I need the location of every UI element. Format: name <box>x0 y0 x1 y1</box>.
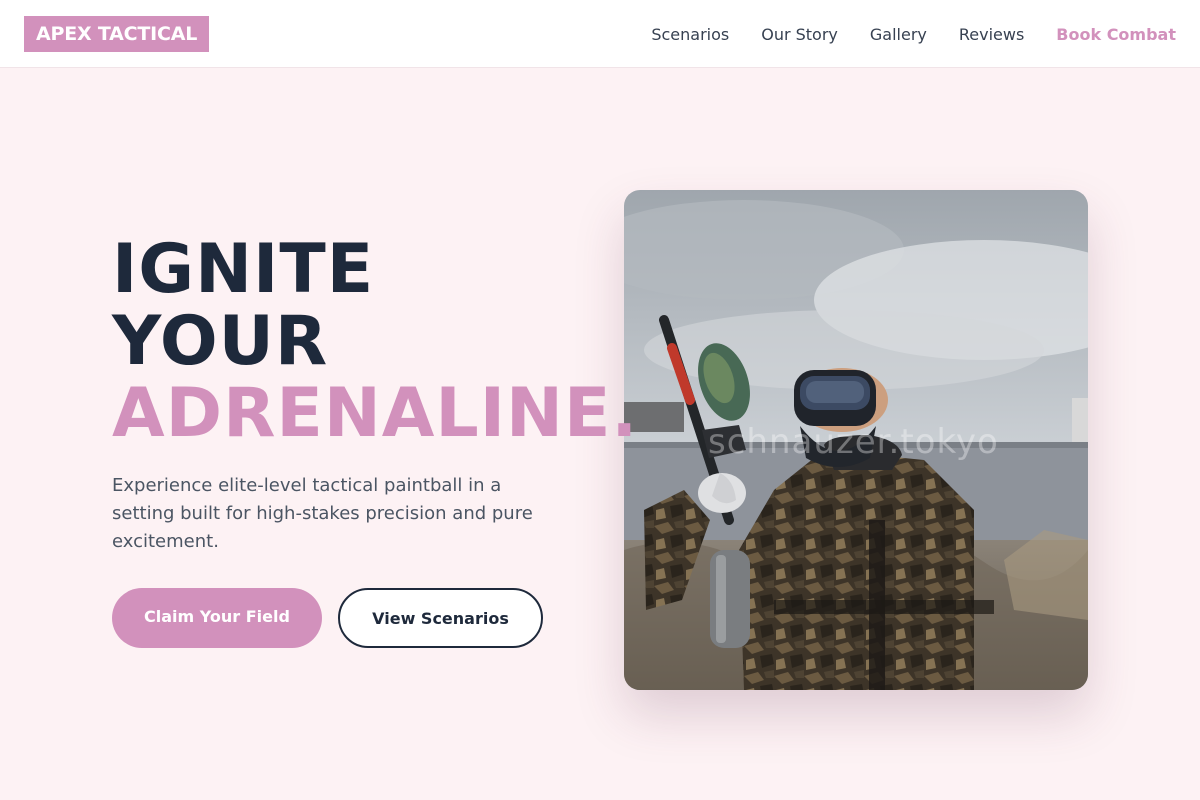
hero-title-accent: ADRENALINE. <box>112 374 639 453</box>
nav-link-scenarios[interactable]: Scenarios <box>651 25 729 44</box>
hero-title-line-1: IGNITE <box>112 230 375 309</box>
brand-logo[interactable]: APEX TACTICAL <box>24 16 210 52</box>
hero-title: IGNITE YOUR ADRENALINE. <box>112 234 638 450</box>
nav-link-reviews[interactable]: Reviews <box>959 25 1024 44</box>
top-navigation: APEX TACTICAL Scenarios Our Story Galler… <box>0 0 1200 68</box>
nav-links: Scenarios Our Story Gallery Reviews Book… <box>651 0 1176 68</box>
hero-subtitle: Experience elite-level tactical paintbal… <box>112 475 533 552</box>
hero-title-line-2: YOUR <box>112 302 329 381</box>
nav-link-our-story[interactable]: Our Story <box>761 25 838 44</box>
image-watermark: schnauzer.tokyo <box>708 422 999 462</box>
hero-image: schnauzer.tokyo <box>624 190 1088 690</box>
book-combat-link[interactable]: Book Combat <box>1056 25 1176 44</box>
view-scenarios-button[interactable]: View Scenarios <box>338 588 543 648</box>
claim-your-field-button[interactable]: Claim Your Field <box>112 588 322 648</box>
nav-link-gallery[interactable]: Gallery <box>870 25 927 44</box>
